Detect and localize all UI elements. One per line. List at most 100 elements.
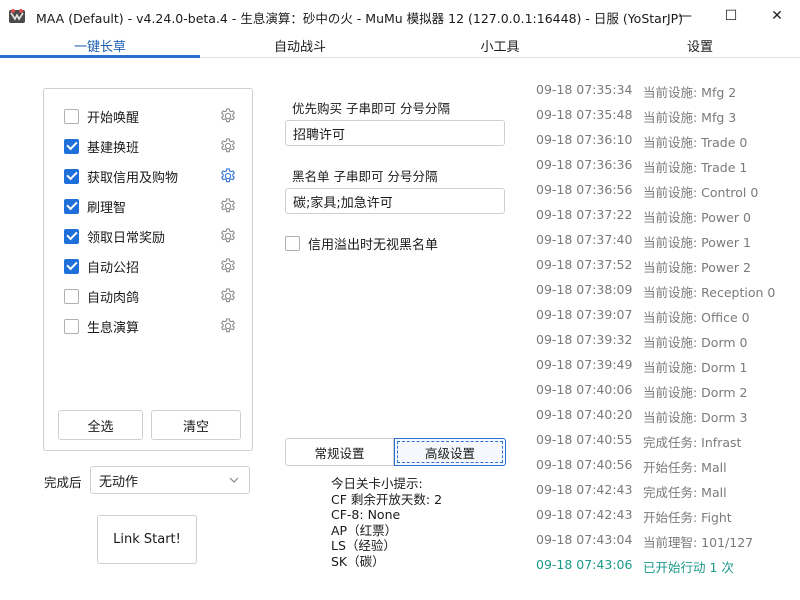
task-checkbox[interactable] [64, 198, 79, 214]
log-entry: 09-18 07:40:56 开始任务: Mall [536, 457, 800, 475]
normal-settings-button[interactable]: 常规设置 [285, 438, 394, 466]
stage-tip-line: CF 剩余开放天数: 2 [331, 491, 443, 507]
log-entry: 09-18 07:39:32 当前设施: Dorm 0 [536, 332, 800, 350]
task-item[interactable]: 刷理智 [64, 195, 244, 217]
overflow-ignore-blacklist-label: 信用溢出时无视黑名单 [308, 237, 439, 253]
log-entry: 09-18 07:39:07 当前设施: Office 0 [536, 307, 800, 325]
log-timestamp: 09-18 07:36:56 [536, 182, 633, 197]
log-message: 当前设施: Power 0 [643, 210, 751, 225]
task-label: 生息演算 [87, 320, 140, 336]
log-entry: 09-18 07:36:10 当前设施: Trade 0 [536, 132, 800, 150]
log-entry: 09-18 07:37:22 当前设施: Power 0 [536, 207, 800, 225]
log-message: 当前设施: Reception 0 [643, 285, 776, 300]
task-checkbox[interactable] [64, 138, 79, 154]
blacklist-input[interactable]: 碳;家具;加急许可 [285, 188, 505, 214]
task-item[interactable]: 获取信用及购物 [64, 165, 244, 187]
log-entry: 09-18 07:42:43 开始任务: Fight [536, 507, 800, 525]
log-timestamp: 09-18 07:42:43 [536, 507, 633, 522]
log-timestamp: 09-18 07:37:22 [536, 207, 633, 222]
log-timestamp: 09-18 07:36:10 [536, 132, 633, 147]
tab-auto-battle[interactable]: 自动战斗 [200, 32, 400, 58]
task-label: 自动肉鸽 [87, 290, 140, 306]
gear-icon[interactable] [219, 227, 237, 245]
task-checkbox[interactable] [64, 168, 79, 184]
log-timestamp: 09-18 07:39:49 [536, 357, 633, 372]
task-item[interactable]: 生息演算 [64, 315, 244, 337]
task-checkbox[interactable] [64, 288, 79, 304]
overflow-ignore-blacklist-option[interactable]: 信用溢出时无视黑名单 [285, 234, 439, 253]
stage-tips: 今日关卡小提示: CF 剩余开放天数: 2 CF-8: None AP（红票） … [331, 476, 442, 569]
window-title: MAA (Default) - v4.24.0-beta.4 - 生息演算：砂中… [36, 11, 684, 26]
log-timestamp: 09-18 07:40:20 [536, 407, 633, 422]
gear-icon[interactable] [219, 287, 237, 305]
after-complete-select[interactable]: 无动作 [90, 466, 250, 494]
log-entry: 09-18 07:42:43 完成任务: Mall [536, 482, 800, 500]
gear-icon[interactable] [219, 257, 237, 275]
log-message: 当前理智: 101/127 [643, 535, 754, 550]
log-entry: 09-18 07:35:48 当前设施: Mfg 3 [536, 107, 800, 125]
log-timestamp: 09-18 07:35:48 [536, 107, 633, 122]
log-entry: 09-18 07:36:56 当前设施: Control 0 [536, 182, 800, 200]
log-message: 当前设施: Mfg 2 [643, 85, 737, 100]
log-message: 当前设施: Dorm 1 [643, 360, 748, 375]
blacklist-label: 黑名单 子串即可 分号分隔 [292, 169, 438, 184]
log-timestamp: 09-18 07:43:06 [536, 557, 633, 572]
gear-icon[interactable] [219, 317, 237, 335]
log-panel[interactable]: 09-18 07:35:34 当前设施: Mfg 2 09-18 07:35:48 当… [536, 78, 800, 600]
gear-icon[interactable] [219, 197, 237, 215]
task-item[interactable]: 开始唤醒 [64, 105, 244, 127]
priority-buy-input[interactable]: 招聘许可 [285, 120, 505, 146]
log-entry: 09-18 07:40:20 当前设施: Dorm 3 [536, 407, 800, 425]
task-item[interactable]: 基建换班 [64, 135, 244, 157]
log-timestamp: 09-18 07:35:34 [536, 82, 633, 97]
log-message: 当前设施: Dorm 3 [643, 410, 748, 425]
log-message: 当前设施: Control 0 [643, 185, 759, 200]
task-item[interactable]: 自动公招 [64, 255, 244, 277]
advanced-settings-button[interactable]: 高级设置 [394, 438, 506, 466]
task-item[interactable]: 自动肉鸽 [64, 285, 244, 307]
log-message: 当前设施: Mfg 3 [643, 110, 737, 125]
active-tab-indicator [0, 55, 200, 58]
log-timestamp: 09-18 07:40:56 [536, 457, 633, 472]
log-entry: 09-18 07:37:40 当前设施: Power 1 [536, 232, 800, 250]
gear-icon[interactable] [219, 137, 237, 155]
log-entry: 09-18 07:43:06 已开始行动 1 次 [536, 557, 800, 575]
after-complete-value: 无动作 [99, 474, 139, 490]
select-all-button[interactable]: 全选 [58, 410, 143, 440]
clear-button[interactable]: 清空 [151, 410, 241, 440]
log-timestamp: 09-18 07:39:07 [536, 307, 633, 322]
log-entry: 09-18 07:36:36 当前设施: Trade 1 [536, 157, 800, 175]
log-timestamp: 09-18 07:40:06 [536, 382, 633, 397]
gear-icon[interactable] [219, 107, 237, 125]
overflow-ignore-blacklist-checkbox[interactable] [285, 235, 300, 251]
tab-tools[interactable]: 小工具 [400, 32, 600, 58]
title-bar: MAA (Default) - v4.24.0-beta.4 - 生息演算：砂中… [0, 0, 800, 32]
log-message: 当前设施: Power 1 [643, 235, 751, 250]
task-checkbox[interactable] [64, 108, 79, 124]
log-entry: 09-18 07:35:34 当前设施: Mfg 2 [536, 82, 800, 100]
log-message: 开始任务: Mall [643, 460, 727, 475]
task-checkbox[interactable] [64, 228, 79, 244]
stage-tip-line: SK（碳） [331, 553, 385, 569]
stage-tip-line: LS（经验） [331, 538, 396, 553]
log-entry: 09-18 07:40:06 当前设施: Dorm 2 [536, 382, 800, 400]
link-start-button[interactable]: Link Start! [97, 515, 197, 564]
task-checkbox[interactable] [64, 318, 79, 334]
task-label: 基建换班 [87, 140, 140, 156]
maximize-button[interactable]: ☐ [708, 0, 754, 32]
stage-tip-line: AP（红票） [331, 522, 398, 538]
log-message: 当前设施: Dorm 0 [643, 335, 748, 350]
minimize-button[interactable]: — [662, 0, 708, 32]
task-item[interactable]: 领取日常奖励 [64, 225, 244, 247]
log-entry: 09-18 07:40:55 完成任务: Infrast [536, 432, 800, 450]
log-entry: 09-18 07:37:52 当前设施: Power 2 [536, 257, 800, 275]
log-message: 已开始行动 1 次 [643, 560, 734, 575]
gear-icon[interactable] [219, 167, 237, 185]
log-message: 完成任务: Infrast [643, 435, 742, 450]
close-button[interactable]: ✕ [754, 0, 800, 32]
log-message: 当前设施: Trade 0 [643, 135, 748, 150]
stage-tip-line: CF-8: None [331, 507, 401, 522]
log-message: 开始任务: Fight [643, 510, 732, 525]
task-checkbox[interactable] [64, 258, 79, 274]
tab-settings[interactable]: 设置 [600, 32, 800, 58]
